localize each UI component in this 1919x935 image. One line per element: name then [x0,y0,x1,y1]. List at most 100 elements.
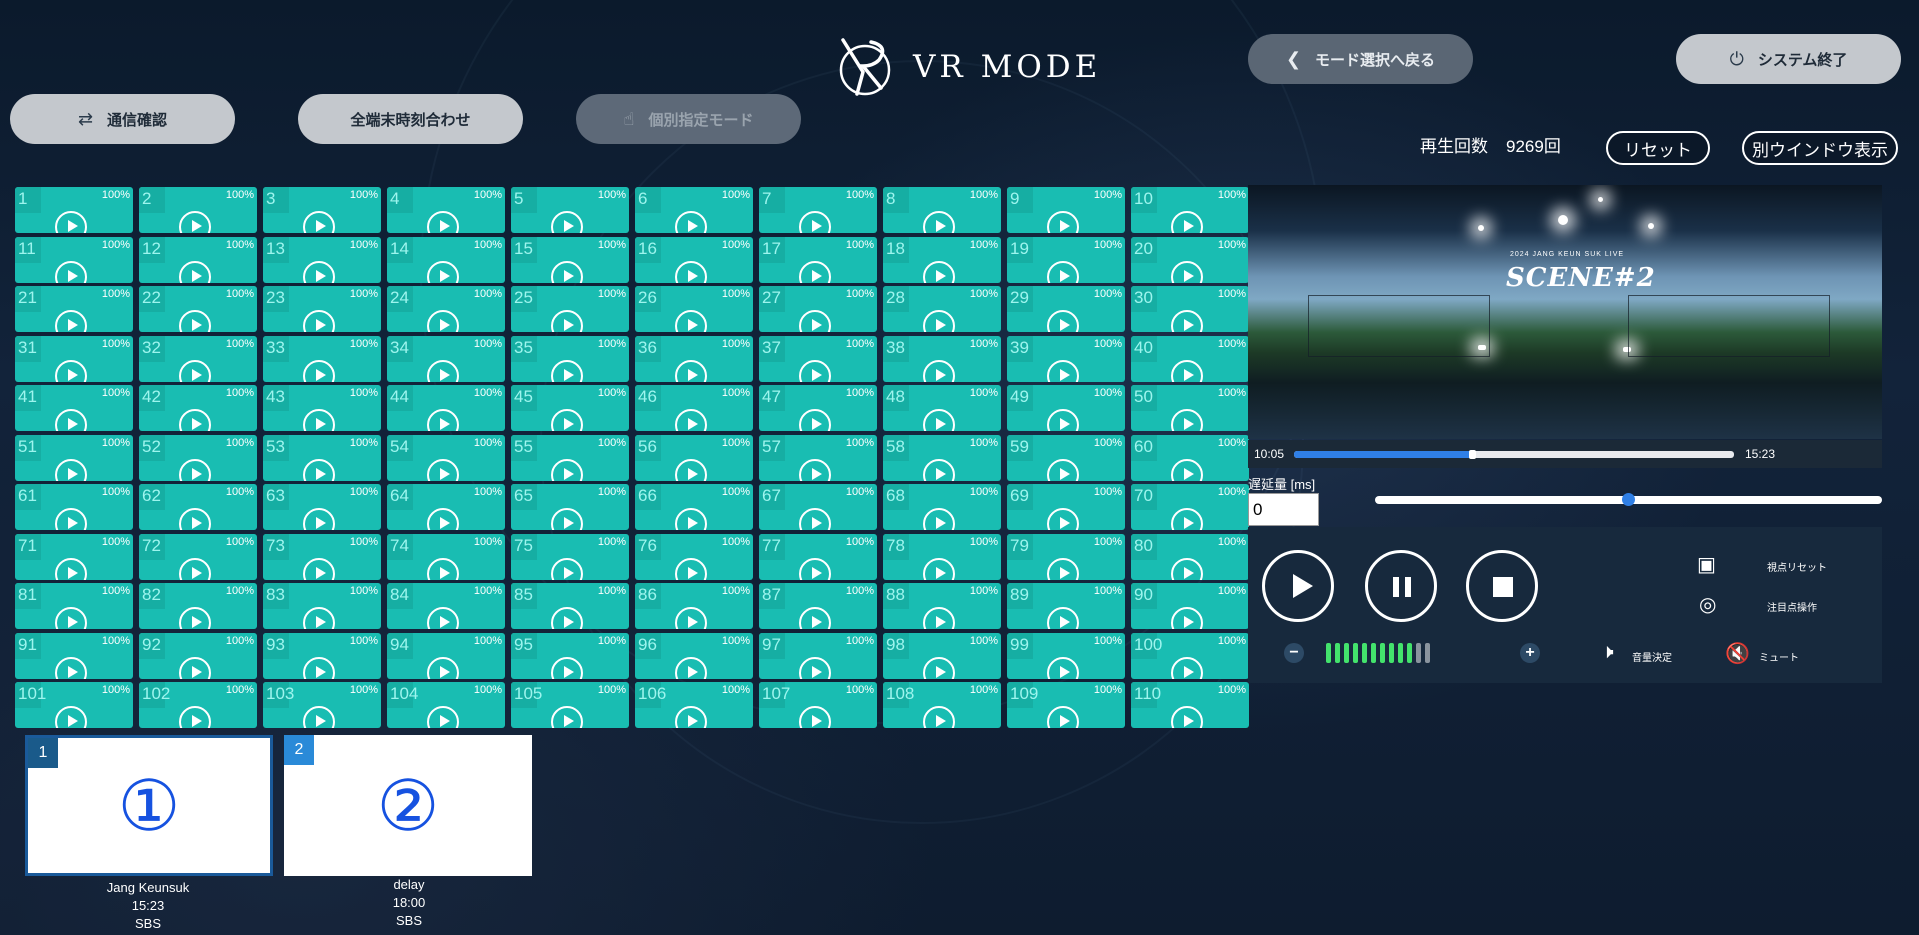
terminal-tile[interactable]: 110 100% [1131,682,1249,728]
terminal-tile[interactable]: 68 100% [883,484,1001,530]
terminal-tile[interactable]: 98 100% [883,632,1001,679]
terminal-tile[interactable]: 94 100% [387,632,505,679]
play-icon[interactable] [675,409,707,431]
terminal-tile[interactable]: 90 100% [1131,583,1249,629]
terminal-tile[interactable]: 35 100% [511,335,629,382]
play-icon[interactable] [799,557,831,580]
play-icon[interactable] [427,656,459,679]
terminal-tile[interactable]: 41 100% [15,385,133,431]
play-icon[interactable] [1171,310,1203,332]
terminal-tile[interactable]: 27 100% [759,286,877,332]
terminal-tile[interactable]: 40 100% [1131,335,1249,382]
terminal-tile[interactable]: 13 100% [263,236,381,283]
play-icon[interactable] [427,557,459,580]
terminal-tile[interactable]: 87 100% [759,583,877,629]
play-icon[interactable] [179,458,211,481]
terminal-tile[interactable]: 66 100% [635,484,753,530]
play-icon[interactable] [1171,211,1203,233]
play-icon[interactable] [1171,607,1203,629]
terminal-tile[interactable]: 96 100% [635,632,753,679]
terminal-tile[interactable]: 18 100% [883,236,1001,283]
terminal-tile[interactable]: 58 100% [883,434,1001,481]
play-icon[interactable] [303,706,335,728]
play-icon[interactable] [551,557,583,580]
play-icon[interactable] [1047,310,1079,332]
terminal-tile[interactable]: 38 100% [883,335,1001,382]
terminal-tile[interactable]: 86 100% [635,583,753,629]
terminal-tile[interactable]: 72 100% [139,533,257,580]
play-icon[interactable] [179,409,211,431]
play-icon[interactable] [923,557,955,580]
play-icon[interactable] [799,458,831,481]
play-icon[interactable] [1047,656,1079,679]
terminal-tile[interactable]: 55 100% [511,434,629,481]
terminal-tile[interactable]: 88 100% [883,583,1001,629]
play-icon[interactable] [551,656,583,679]
play-icon[interactable] [303,607,335,629]
terminal-tile[interactable]: 16 100% [635,236,753,283]
back-to-mode-select-button[interactable]: ❮ モード選択へ戻る [1248,34,1473,84]
play-icon[interactable] [179,656,211,679]
terminal-tile[interactable]: 104 100% [387,682,505,728]
play-icon[interactable] [1171,656,1203,679]
play-icon[interactable] [179,310,211,332]
play-icon[interactable] [179,607,211,629]
play-icon[interactable] [55,607,87,629]
terminal-tile[interactable]: 36 100% [635,335,753,382]
play-icon[interactable] [55,409,87,431]
terminal-tile[interactable]: 59 100% [1007,434,1125,481]
terminal-tile[interactable]: 103 100% [263,682,381,728]
play-icon[interactable] [799,260,831,283]
stop-button[interactable] [1466,550,1538,622]
play-icon[interactable] [1047,508,1079,530]
play-icon[interactable] [55,260,87,283]
play-icon[interactable] [675,211,707,233]
terminal-tile[interactable]: 20 100% [1131,236,1249,283]
terminal-tile[interactable]: 52 100% [139,434,257,481]
play-icon[interactable] [1047,458,1079,481]
play-icon[interactable] [551,409,583,431]
play-icon[interactable] [1171,409,1203,431]
play-icon[interactable] [1047,706,1079,728]
delay-input[interactable] [1248,493,1319,526]
terminal-tile[interactable]: 91 100% [15,632,133,679]
terminal-tile[interactable]: 109 100% [1007,682,1125,728]
play-icon[interactable] [55,211,87,233]
terminal-tile[interactable]: 92 100% [139,632,257,679]
play-icon[interactable] [675,557,707,580]
volume-up-button[interactable]: + [1520,643,1540,663]
play-icon[interactable] [923,656,955,679]
play-icon[interactable] [303,310,335,332]
terminal-tile[interactable]: 47 100% [759,385,877,431]
terminal-tile[interactable]: 7 100% [759,187,877,233]
terminal-tile[interactable]: 2 100% [139,187,257,233]
play-icon[interactable] [923,260,955,283]
play-icon[interactable] [55,656,87,679]
play-icon[interactable] [179,260,211,283]
terminal-tile[interactable]: 93 100% [263,632,381,679]
terminal-tile[interactable]: 99 100% [1007,632,1125,679]
play-icon[interactable] [1171,706,1203,728]
delay-slider[interactable] [1375,493,1882,506]
terminal-tile[interactable]: 51 100% [15,434,133,481]
terminal-tile[interactable]: 30 100% [1131,286,1249,332]
terminal-tile[interactable]: 70 100% [1131,484,1249,530]
play-button[interactable] [1262,550,1334,622]
viewpoint-reset-icon[interactable]: ▣ [1697,552,1716,577]
terminal-tile[interactable]: 61 100% [15,484,133,530]
volume-down-button[interactable]: − [1284,643,1304,663]
terminal-tile[interactable]: 43 100% [263,385,381,431]
play-icon[interactable] [1047,359,1079,382]
play-icon[interactable] [799,409,831,431]
play-icon[interactable] [303,458,335,481]
play-icon[interactable] [1171,458,1203,481]
system-shutdown-button[interactable]: ⏻ システム終了 [1676,34,1901,84]
terminal-tile[interactable]: 3 100% [263,187,381,233]
play-icon[interactable] [551,260,583,283]
terminal-tile[interactable]: 28 100% [883,286,1001,332]
play-icon[interactable] [675,508,707,530]
terminal-tile[interactable]: 10 100% [1131,187,1249,233]
content-thumbnail[interactable]: 1① [25,735,273,876]
terminal-tile[interactable]: 101 100% [15,682,133,728]
content-thumbnail[interactable]: 2② [284,735,532,876]
